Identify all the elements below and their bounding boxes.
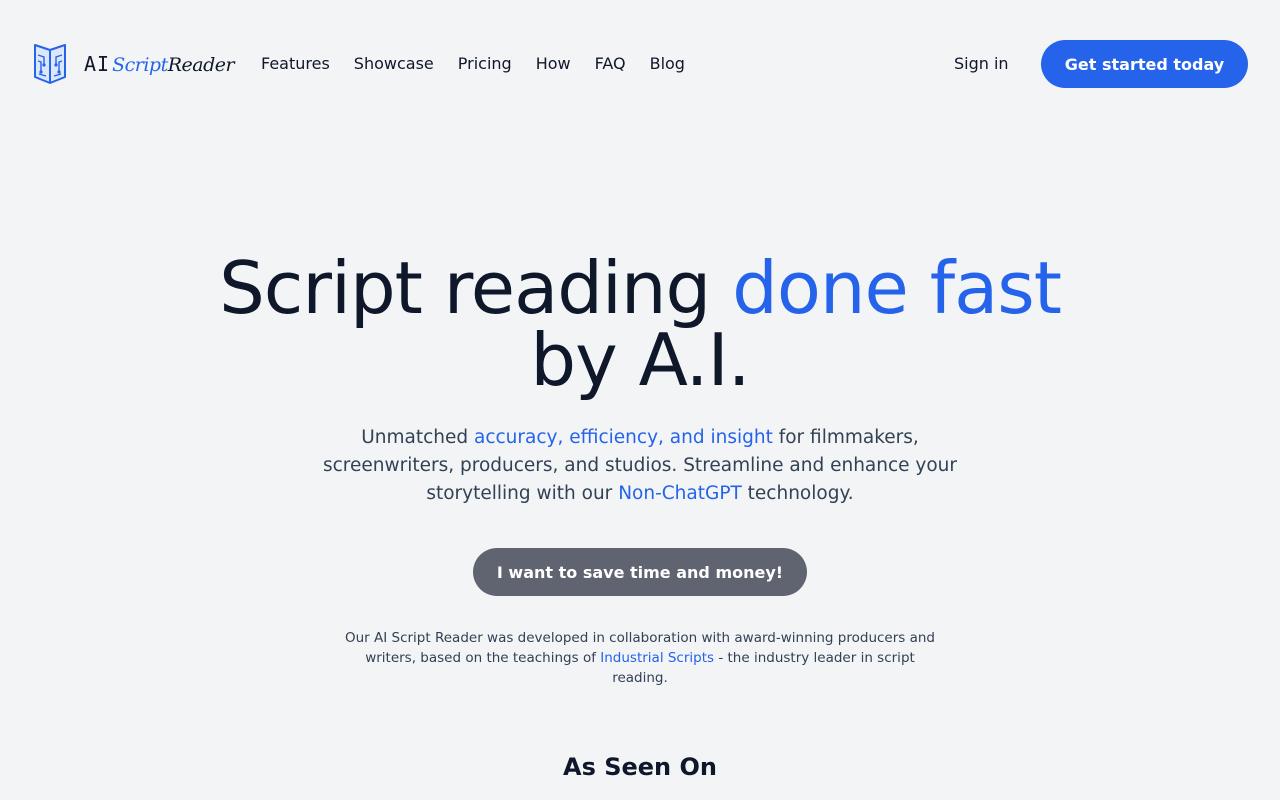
nav-link-showcase[interactable]: Showcase <box>342 50 446 78</box>
hero-title-part2: by A.I. <box>530 318 750 402</box>
hero-title-accent: done fast <box>732 252 1062 339</box>
logo-ai-text: AI <box>84 52 111 76</box>
hero-title: Script reading done fast by A.I. <box>0 252 1280 396</box>
sign-in-link[interactable]: Sign in <box>938 50 1025 78</box>
logo-wordmark: AI Script Reader <box>84 52 235 76</box>
hero-title-accent-text: done fast <box>732 246 1062 330</box>
logo-script-text: Script <box>112 54 168 76</box>
hero-sub-highlight-1: accuracy, efficiency, and insight <box>473 427 773 448</box>
hero-subtitle: Unmatched accuracy, efficiency, and insi… <box>300 424 980 508</box>
logo-link[interactable]: AI Script Reader <box>32 44 235 84</box>
credit-text: Our AI Script Reader was developed in co… <box>340 628 940 688</box>
main-nav: Features Showcase Pricing How FAQ Blog <box>249 50 697 78</box>
hero-sub-highlight-2: Non-ChatGPT <box>618 483 742 504</box>
logo-reader-text: Reader <box>167 54 235 76</box>
hero-sub-text-3: technology. <box>741 483 854 504</box>
nav-link-blog[interactable]: Blog <box>638 50 697 78</box>
nav-link-faq[interactable]: FAQ <box>583 50 638 78</box>
nav-link-features[interactable]: Features <box>249 50 342 78</box>
site-header: AI Script Reader Features Showcase Prici… <box>0 0 1280 128</box>
as-seen-on-heading: As Seen On <box>563 753 717 781</box>
get-started-button[interactable]: Get started today <box>1041 40 1248 88</box>
industrial-scripts-link[interactable]: Industrial Scripts <box>600 650 714 666</box>
nav-link-pricing[interactable]: Pricing <box>446 50 524 78</box>
book-circuit-icon <box>34 44 66 84</box>
nav-link-how[interactable]: How <box>524 50 583 78</box>
save-time-money-button[interactable]: I want to save time and money! <box>473 548 807 596</box>
hero-sub-text-1: Unmatched <box>361 427 474 448</box>
